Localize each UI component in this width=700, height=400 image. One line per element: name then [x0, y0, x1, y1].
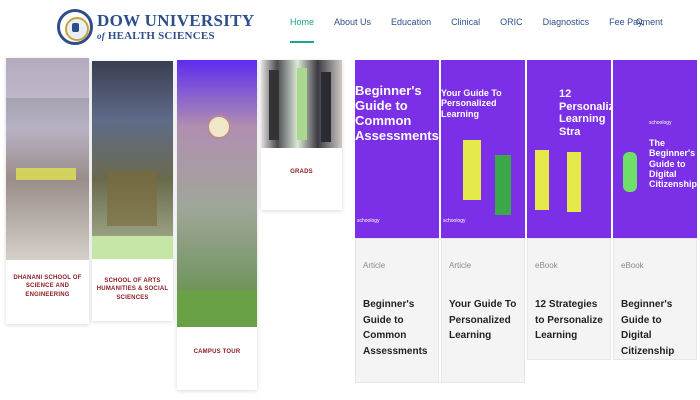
logo-line2-prefix: of — [97, 31, 105, 41]
resource-hero-title: The Beginner's Guide to Digital Citizens… — [649, 138, 697, 190]
grads-card[interactable]: Grads — [261, 60, 342, 210]
grad-figure-3 — [321, 72, 331, 142]
nav-item-about-us[interactable]: About Us — [334, 17, 371, 43]
logo-line1: DOW UNIVERSITY — [97, 11, 255, 30]
resource-hero-image: The Beginner's Guide to Digital Citizens… — [613, 60, 697, 238]
resource-card-common-assessments[interactable]: Beginner's Guide to Common Assessments s… — [355, 60, 439, 383]
logo-line2-main: HEALTH SCIENCES — [107, 30, 215, 42]
grad-figure-2 — [297, 68, 307, 140]
resource-body: eBook 12 Strategies to Personalize Learn… — [527, 238, 611, 360]
site-header: DOW UNIVERSITY of HEALTH SCIENCES Home A… — [0, 0, 700, 52]
graduates-image — [261, 60, 342, 148]
resource-hero-title: 12 Personalize Learning Stra — [559, 88, 611, 138]
university-logo[interactable]: DOW UNIVERSITY of HEALTH SCIENCES — [57, 9, 254, 45]
resource-type: Article — [363, 261, 386, 270]
hero-figure — [623, 152, 637, 192]
nav-item-home-label: Home — [290, 17, 315, 27]
resource-hero-image: Your Guide To Personalized Learning scho… — [441, 60, 525, 238]
resource-type: eBook — [621, 261, 644, 270]
active-nav-underline — [290, 41, 315, 43]
resource-card-12-strategies[interactable]: 12 Personalize Learning Stra eBook 12 St… — [527, 60, 611, 360]
resource-body: eBook Beginner's Guide to Digital Citize… — [613, 238, 697, 360]
nav-item-oric-label: ORIC — [500, 17, 523, 27]
nav-item-clinical[interactable]: Clinical — [451, 17, 480, 43]
campus-tour-card[interactable]: Campus Tour — [177, 60, 257, 390]
school-card-dhanani-label: Dhanani School of Science and Engineerin… — [13, 275, 82, 298]
school-card-dhanani[interactable]: Dhanani School of Science and Engineerin… — [6, 58, 89, 324]
nav-item-diagnostics[interactable]: Diagnostics — [543, 17, 590, 43]
resource-hero-image: 12 Personalize Learning Stra — [527, 60, 611, 238]
nav-item-education-label: Education — [391, 17, 432, 27]
schoology-brand: schoology — [649, 120, 672, 126]
campus-tour-label: Campus Tour — [193, 349, 241, 355]
grass-strip — [92, 236, 173, 259]
campus-clock-shape — [207, 115, 231, 139]
school-card-arts-label: School of Arts Humanities & Social Scien… — [96, 278, 169, 301]
grad-figure-1 — [269, 70, 279, 140]
resource-title[interactable]: Beginner's Guide to Digital Citizenship — [621, 297, 690, 359]
resource-type: eBook — [535, 261, 558, 270]
resource-hero-title: Your Guide To Personalized Learning — [441, 88, 502, 119]
nav-item-clinical-label: Clinical — [451, 17, 481, 27]
resource-body: Article Your Guide To Personalized Learn… — [441, 238, 525, 383]
hero-figure-2 — [495, 155, 511, 215]
resource-body: Article Beginner's Guide to Common Asses… — [355, 238, 439, 383]
resource-hero-title: Beginner's Guide to Common Assessments — [355, 83, 439, 143]
resource-type: Article — [449, 261, 472, 270]
nav-item-home[interactable]: Home — [290, 17, 315, 43]
schoology-brand: schoology — [357, 218, 380, 224]
hero-figure-2 — [567, 152, 581, 212]
nav-item-education[interactable]: Education — [391, 17, 431, 43]
lab-shelf — [6, 58, 89, 98]
student-figures — [107, 171, 157, 226]
hero-figure — [463, 140, 481, 200]
logo-text: DOW UNIVERSITY of HEALTH SCIENCES — [97, 12, 254, 42]
resource-hero-image: Beginner's Guide to Common Assessments s… — [355, 60, 439, 238]
lab-highlight — [16, 168, 76, 180]
schoology-brand: schoology — [443, 218, 466, 224]
campus-building-image — [177, 60, 257, 327]
nav-item-diagnostics-label: Diagnostics — [542, 17, 590, 27]
campus-lawn — [177, 290, 257, 327]
nav-item-oric[interactable]: ORIC — [500, 17, 523, 43]
resource-title[interactable]: Beginner's Guide to Common Assessments — [363, 297, 432, 359]
search-icon[interactable] — [636, 18, 644, 26]
resource-title[interactable]: 12 Strategies to Personalize Learning — [535, 297, 604, 344]
resource-title[interactable]: Your Guide To Personalized Learning — [449, 297, 518, 344]
resource-card-digital-citizenship[interactable]: The Beginner's Guide to Digital Citizens… — [613, 60, 697, 360]
logo-line2: of HEALTH SCIENCES — [97, 31, 254, 42]
nav-item-about-us-label: About Us — [334, 17, 372, 27]
resource-card-personalized-learning[interactable]: Your Guide To Personalized Learning scho… — [441, 60, 525, 383]
main-nav: Home About Us Education Clinical ORIC Di… — [290, 17, 683, 43]
school-card-arts-humanities[interactable]: School of Arts Humanities & Social Scien… — [92, 61, 173, 321]
students-group-image — [92, 61, 173, 259]
hero-figure — [535, 150, 549, 210]
lab-students-image — [6, 58, 89, 260]
grads-label: Grads — [290, 169, 313, 175]
university-seal-icon — [57, 9, 93, 45]
